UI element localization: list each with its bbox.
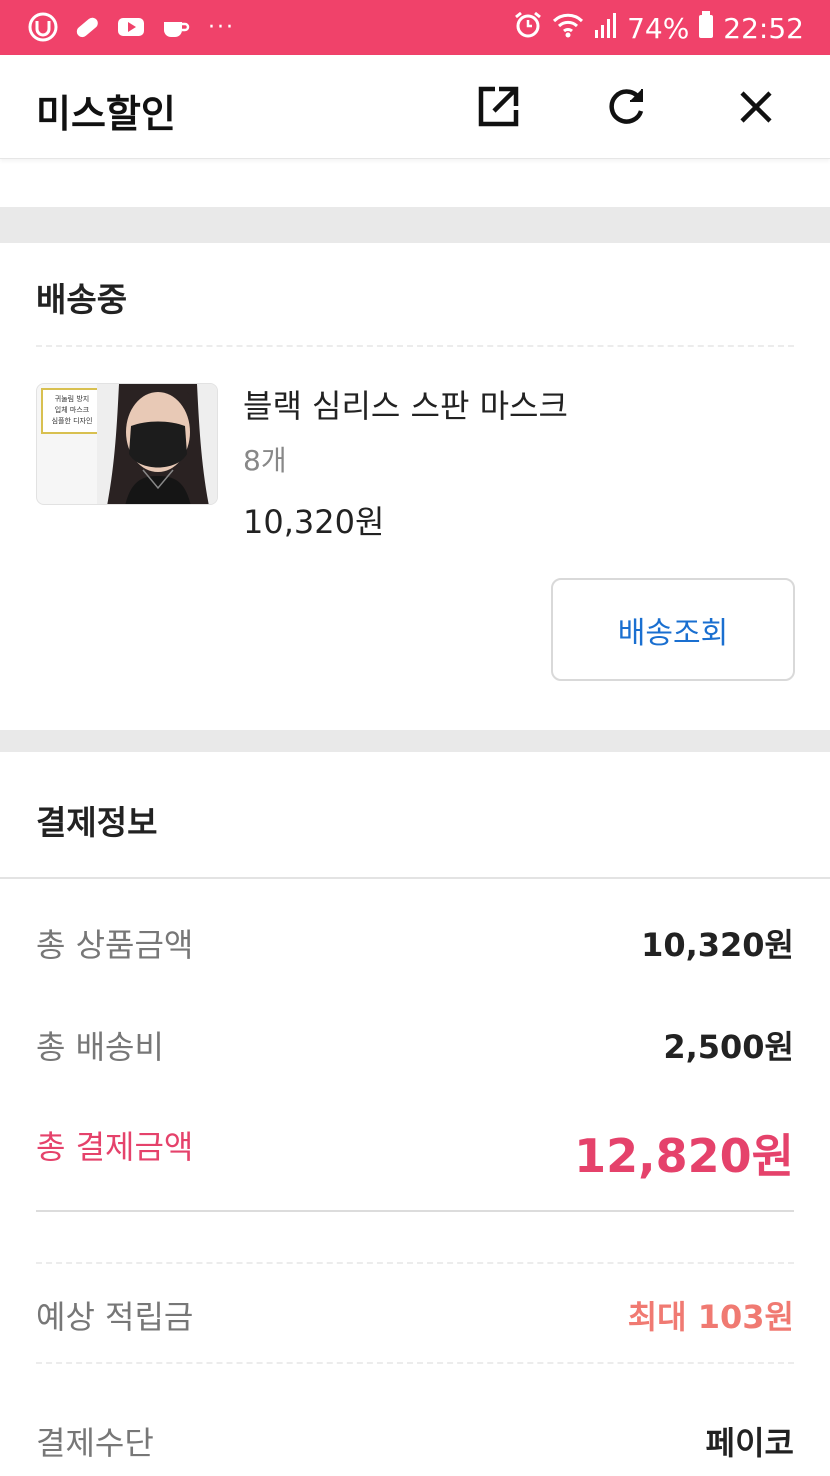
total-payment-label: 총 결제금액: [36, 1128, 194, 1166]
divider: [36, 1262, 794, 1264]
subtotal-label: 총 상품금액: [36, 926, 194, 964]
divider: [36, 1362, 794, 1364]
battery-percent: 74%: [627, 12, 690, 45]
status-bar: ··· 74% 22:52: [0, 0, 830, 55]
thumbnail-caption-line: 심플한 디자인: [51, 417, 93, 425]
page-title: 미스할인: [36, 92, 176, 136]
divider: [36, 345, 794, 347]
divider: [36, 1210, 794, 1212]
more-notifications-icon: ···: [208, 14, 235, 40]
signal-icon: [593, 10, 619, 48]
open-external-button[interactable]: [470, 79, 526, 135]
u-plus-icon: [28, 12, 58, 42]
product-price: 10,320원: [243, 503, 385, 541]
shipping-status-title: 배송중: [36, 280, 128, 319]
battery-icon: [697, 10, 715, 48]
close-icon: [740, 91, 772, 123]
product-thumbnail[interactable]: 귀눌림 방지 입체 마스크 심플한 디자인: [36, 383, 218, 505]
shipping-section: 배송중 귀눌림 방지 입체 마스크 심플한 디자인 블랙 심리스 스판 마스크 …: [0, 243, 830, 730]
track-delivery-button[interactable]: 배송조회: [551, 578, 795, 681]
product-quantity: 8개: [243, 444, 287, 477]
alarm-icon: [513, 10, 543, 48]
payment-section: 결제정보 총 상품금액 10,320원 총 배송비 2,500원 총 결제금액 …: [0, 752, 830, 1476]
notification-icons: ···: [28, 12, 235, 42]
section-gap: [0, 730, 830, 752]
shipping-fee-label: 총 배송비: [36, 1028, 164, 1066]
coffee-cup-icon: [160, 12, 190, 42]
expected-points-label: 예상 적립금: [36, 1298, 194, 1336]
section-gap: [0, 207, 830, 243]
youtube-icon: [116, 12, 146, 42]
mask-model-image: [97, 384, 217, 504]
thumbnail-caption-line: 입체 마스크: [54, 406, 90, 414]
divider: [0, 877, 830, 879]
shipping-fee-value: 2,500원: [663, 1028, 794, 1066]
payment-info-title: 결제정보: [36, 803, 158, 842]
thumbnail-caption-line: 귀눌림 방지: [54, 395, 90, 403]
open-external-icon: [478, 86, 519, 127]
subtotal-value: 10,320원: [641, 926, 794, 964]
clock: 22:52: [723, 12, 804, 45]
expected-points-value: 최대 103원: [627, 1298, 794, 1336]
payment-method-value: 페이코: [705, 1424, 794, 1462]
thumbnail-caption: 귀눌림 방지 입체 마스크 심플한 디자인: [41, 388, 103, 434]
refresh-button[interactable]: [599, 79, 655, 135]
system-status: 74% 22:52: [513, 10, 804, 48]
close-button[interactable]: [728, 79, 784, 135]
product-name[interactable]: 블랙 심리스 스판 마스크: [243, 381, 568, 427]
payment-method-label: 결제수단: [36, 1424, 154, 1462]
pill-icon: [72, 12, 102, 42]
scrolled-content-remnant: [0, 159, 830, 207]
wifi-icon: [551, 10, 585, 48]
app-header: 미스할인: [0, 55, 830, 159]
refresh-icon: [609, 89, 644, 124]
total-payment-value: 12,820원: [574, 1129, 794, 1183]
